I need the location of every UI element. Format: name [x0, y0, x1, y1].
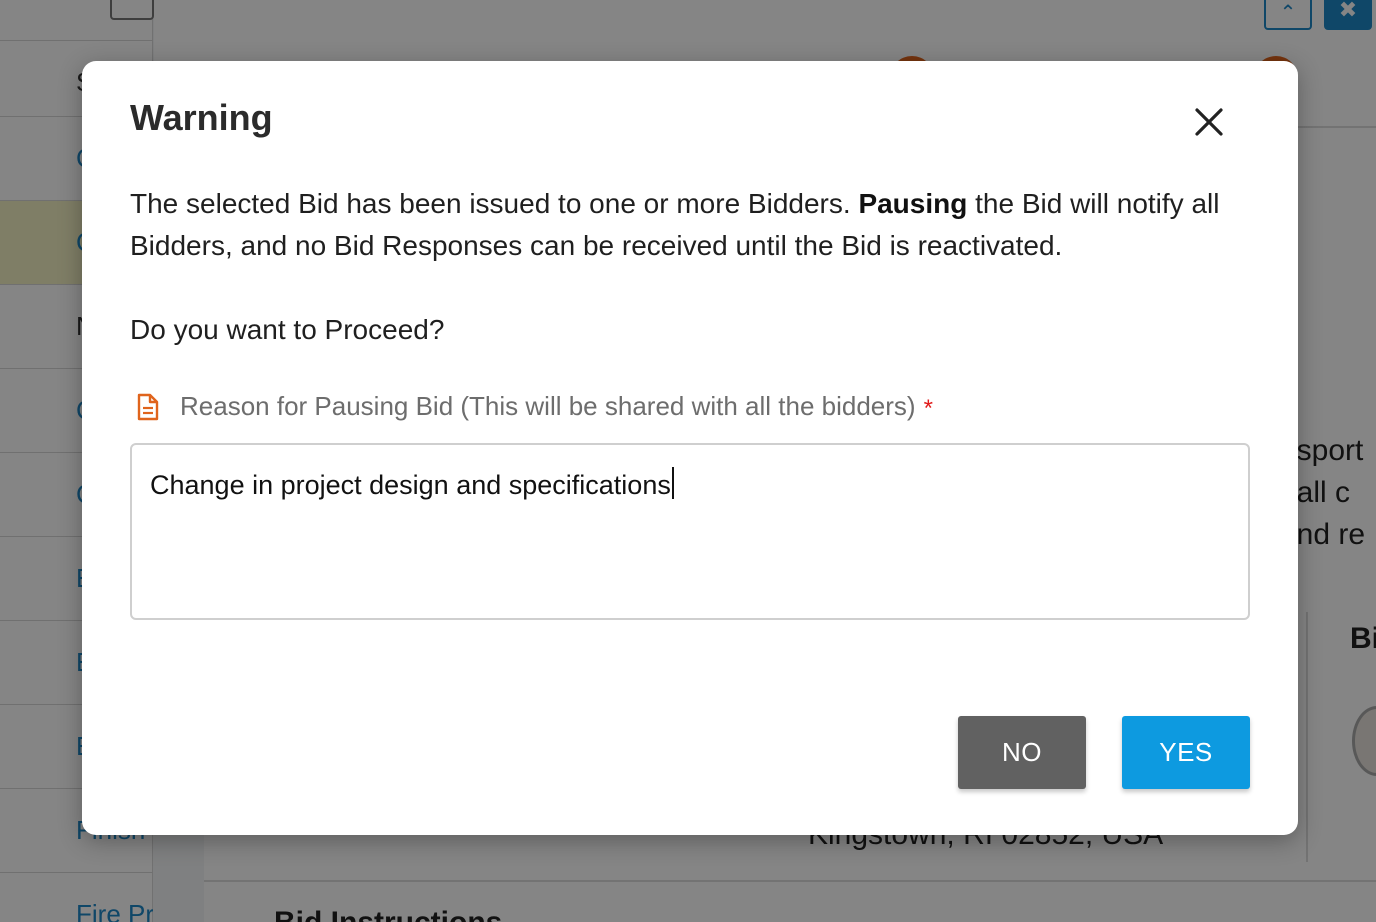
document-icon: [137, 393, 159, 420]
dialog-message: The selected Bid has been issued to one …: [130, 183, 1270, 267]
reason-textarea[interactable]: Change in project design and specificati…: [130, 443, 1250, 620]
message-text: The selected Bid has been issued to one …: [130, 188, 859, 219]
yes-button[interactable]: YES: [1122, 716, 1250, 789]
required-asterisk: *: [923, 394, 933, 422]
reason-value: Change in project design and specificati…: [150, 470, 671, 500]
dialog-title: Warning: [130, 97, 273, 138]
reason-label: Reason for Pausing Bid (This will be sha…: [136, 391, 933, 422]
close-icon: [1195, 108, 1223, 136]
close-button[interactable]: [1186, 99, 1232, 145]
warning-dialog: Warning The selected Bid has been issued…: [82, 61, 1298, 835]
text-cursor: [671, 467, 674, 499]
dialog-question: Do you want to Proceed?: [130, 314, 445, 345]
no-button[interactable]: NO: [958, 716, 1086, 789]
reason-label-text: Reason for Pausing Bid (This will be sha…: [180, 391, 916, 421]
message-emphasis: Pausing: [858, 188, 968, 219]
